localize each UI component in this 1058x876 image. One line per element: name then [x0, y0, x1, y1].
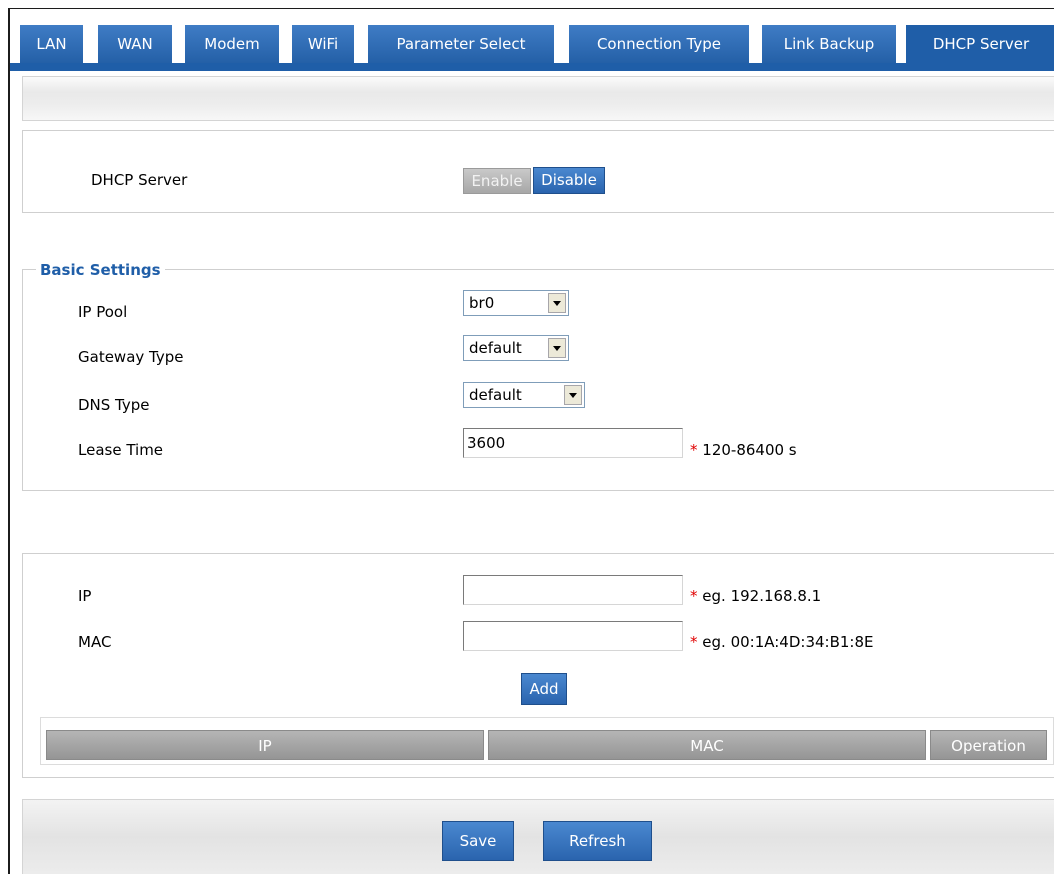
lease-time-hint: * 120-86400 s: [690, 441, 797, 459]
mac-input[interactable]: [463, 621, 683, 651]
dhcp-server-label: DHCP Server: [91, 171, 188, 189]
ip-pool-label: IP Pool: [78, 303, 128, 321]
router-config-page: LAN WAN Modem WiFi Parameter Select Conn…: [8, 8, 1054, 874]
column-header-operation: Operation: [930, 730, 1047, 760]
required-marker: *: [690, 441, 698, 459]
dns-type-value: default: [469, 386, 522, 404]
add-button[interactable]: Add: [521, 673, 567, 705]
tab-wan[interactable]: WAN: [98, 25, 172, 63]
dhcp-toggle-panel: DHCP Server Enable Disable: [22, 130, 1054, 213]
required-marker: *: [690, 633, 698, 651]
ip-input[interactable]: [463, 575, 683, 605]
gateway-type-select[interactable]: default: [463, 335, 569, 361]
disable-button[interactable]: Disable: [533, 167, 605, 194]
tab-parameter-select[interactable]: Parameter Select: [368, 25, 554, 63]
tab-modem[interactable]: Modem: [185, 25, 279, 63]
lease-time-input[interactable]: 3600: [463, 428, 683, 458]
ip-pool-value: br0: [469, 294, 495, 312]
lease-time-hint-text: 120-86400 s: [702, 441, 797, 459]
lease-time-label: Lease Time: [78, 441, 164, 459]
basic-settings-legend: Basic Settings: [36, 261, 165, 279]
footer-bar: [22, 799, 1054, 874]
refresh-button[interactable]: Refresh: [543, 821, 652, 861]
tab-dhcp-server[interactable]: DHCP Server: [906, 25, 1054, 63]
ip-hint-text: eg. 192.168.8.1: [702, 587, 822, 605]
column-header-ip: IP: [46, 730, 484, 760]
tab-bar: LAN WAN Modem WiFi Parameter Select Conn…: [10, 9, 1054, 71]
tab-link-backup[interactable]: Link Backup: [762, 25, 896, 63]
mac-hint: * eg. 00:1A:4D:34:B1:8E: [690, 633, 874, 651]
save-button[interactable]: Save: [442, 821, 514, 861]
gateway-type-label: Gateway Type: [78, 348, 184, 366]
required-marker: *: [690, 587, 698, 605]
chevron-down-icon: [548, 338, 566, 358]
top-toolbar-strip: [22, 76, 1054, 121]
lease-time-value: 3600: [467, 434, 506, 452]
tab-lan[interactable]: LAN: [20, 25, 83, 63]
ip-pool-select[interactable]: br0: [463, 290, 569, 316]
mac-hint-text: eg. 00:1A:4D:34:B1:8E: [702, 633, 874, 651]
chevron-down-icon: [564, 385, 582, 405]
chevron-down-icon: [548, 293, 566, 313]
tab-connection-type[interactable]: Connection Type: [569, 25, 749, 63]
tab-wifi[interactable]: WiFi: [292, 25, 354, 63]
mac-label: MAC: [78, 633, 112, 651]
dns-type-label: DNS Type: [78, 396, 150, 414]
column-header-mac: MAC: [488, 730, 926, 760]
ip-label: IP: [78, 587, 92, 605]
gateway-type-value: default: [469, 339, 522, 357]
dns-type-select[interactable]: default: [463, 382, 585, 408]
ip-hint: * eg. 192.168.8.1: [690, 587, 821, 605]
enable-button[interactable]: Enable: [463, 168, 531, 194]
